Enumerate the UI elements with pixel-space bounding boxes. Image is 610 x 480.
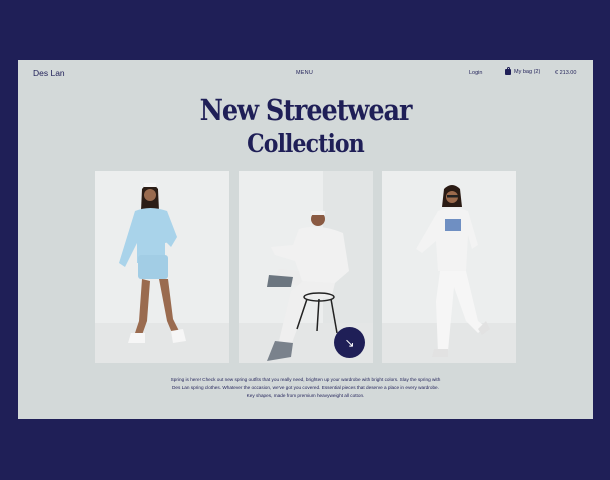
login-link[interactable]: Login	[469, 70, 482, 76]
brand-logo[interactable]: Des Lan	[33, 68, 65, 78]
shopping-bag-icon	[505, 67, 511, 75]
arrow-down-right-icon: ↘	[344, 335, 355, 350]
hero-title-line2: Collection	[247, 129, 365, 158]
top-nav: Des Lan MENU Login My bag (2) € 213.00	[18, 60, 593, 88]
hero-title-line1: New Streetwear	[199, 93, 413, 127]
product-photo-white-suit[interactable]	[382, 171, 516, 363]
cart-total: € 213.00	[555, 70, 577, 76]
model-illustration	[119, 183, 186, 343]
model-illustration	[416, 185, 490, 357]
menu-link[interactable]: MENU	[296, 70, 313, 76]
page-frame: Des Lan MENU Login My bag (2) € 213.00 N…	[18, 60, 593, 419]
product-photo-blue-set[interactable]	[95, 171, 229, 363]
collection-description: Spring is here! Check out new spring out…	[170, 377, 441, 398]
my-bag-link[interactable]: My bag (2)	[505, 67, 541, 75]
my-bag-label: My bag (2)	[514, 69, 541, 75]
shop-collection-button[interactable]: ↘	[334, 327, 365, 358]
